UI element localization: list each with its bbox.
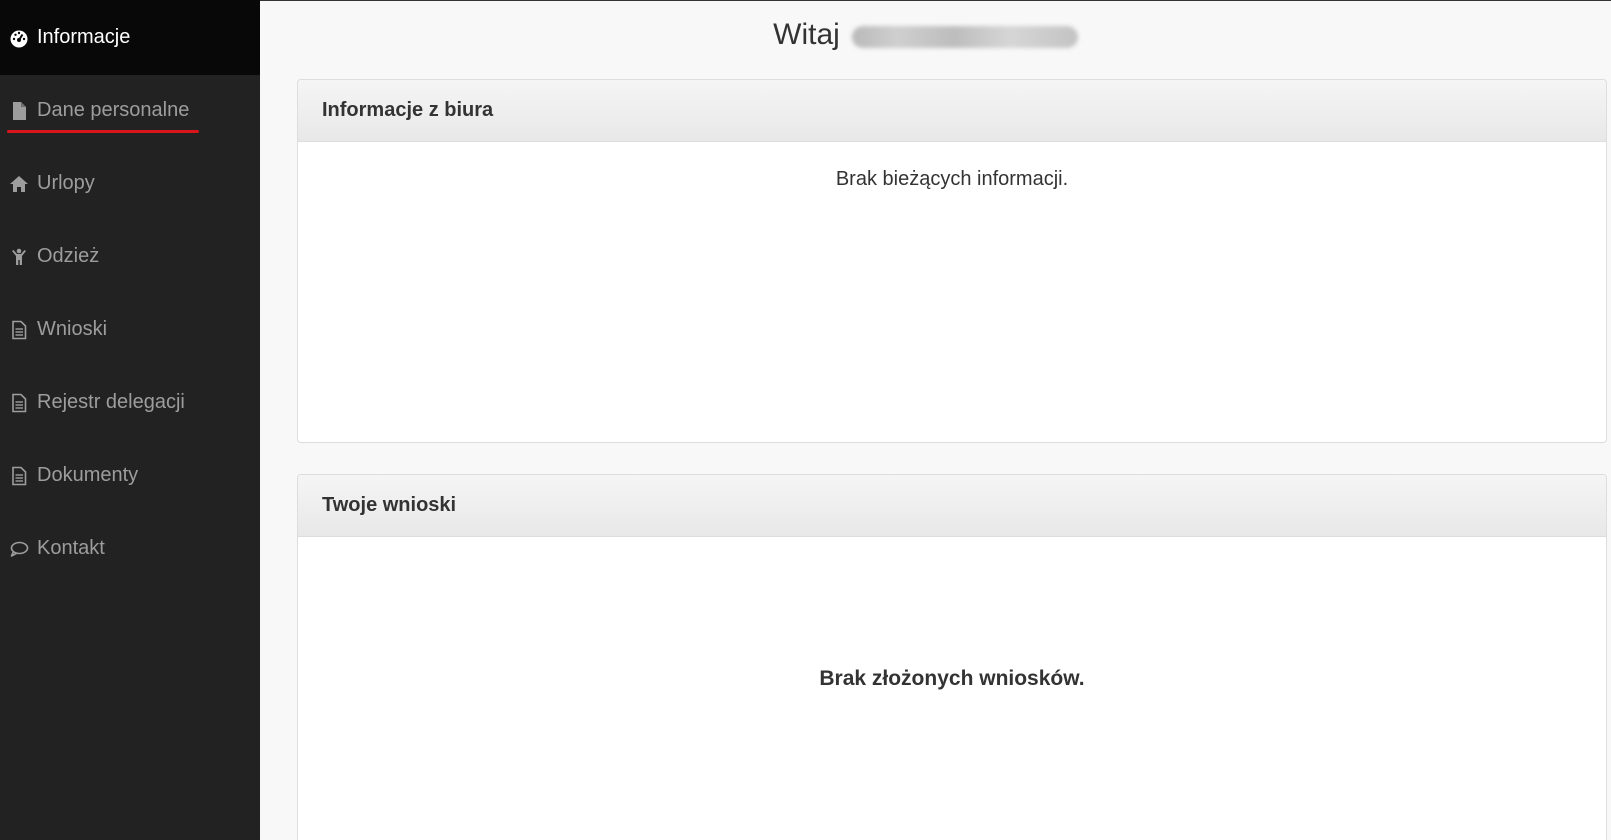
sidebar-item-label: Dane personalne (37, 99, 190, 121)
panel-heading: Twoje wnioski (298, 475, 1606, 537)
sidebar-item-urlopy[interactable]: Urlopy (0, 146, 260, 221)
app-root: Informacje Dane personalne Urlopy Odzież (0, 0, 1611, 840)
requests-panel: Twoje wnioski Brak złożonych wniosków. (297, 474, 1607, 840)
panel-heading: Informacje z biura (298, 80, 1606, 142)
panel-title: Informacje z biura (322, 99, 494, 121)
sidebar-item-label: Wnioski (37, 318, 108, 340)
redacted-username (851, 26, 1078, 48)
comment-icon (8, 538, 30, 560)
sidebar-item-label: Informacje (37, 26, 131, 48)
page-title: Witaj (773, 18, 840, 51)
top-border (260, 0, 1611, 1)
file-text-icon (8, 319, 30, 341)
sidebar-item-odziez[interactable]: Odzież (0, 219, 260, 294)
panel-body: Brak złożonych wniosków. (298, 537, 1606, 840)
sidebar-item-wnioski[interactable]: Wnioski (0, 292, 260, 367)
panel-body: Brak bieżących informacji. (298, 142, 1606, 442)
empty-state-text: Brak bieżących informacji. (835, 168, 1069, 190)
file-text-icon (8, 465, 30, 487)
child-icon (8, 246, 30, 268)
sidebar-item-kontakt[interactable]: Kontakt (0, 511, 260, 586)
sidebar-item-informacje[interactable]: Informacje (0, 0, 260, 75)
page-header: Witaj (260, 12, 1611, 58)
sidebar-item-label: Rejestr delegacji (37, 391, 185, 413)
sidebar-item-label: Dokumenty (37, 464, 139, 486)
sidebar: Informacje Dane personalne Urlopy Odzież (0, 0, 260, 840)
home-icon (8, 173, 30, 195)
sidebar-item-label: Odzież (37, 245, 100, 267)
sidebar-item-dokumenty[interactable]: Dokumenty (0, 438, 260, 513)
file-icon (8, 100, 30, 122)
dashboard-icon (8, 27, 30, 49)
sidebar-item-label: Kontakt (37, 537, 105, 559)
empty-state-text: Brak złożonych wniosków. (819, 667, 1085, 690)
sidebar-item-dane-personalne[interactable]: Dane personalne (0, 73, 260, 148)
sidebar-item-rejestr-delegacji[interactable]: Rejestr delegacji (0, 365, 260, 440)
active-underline (7, 130, 199, 133)
office-info-panel: Informacje z biura Brak bieżących inform… (297, 79, 1607, 443)
panel-title: Twoje wnioski (322, 494, 457, 516)
file-text-icon (8, 392, 30, 414)
sidebar-item-label: Urlopy (37, 172, 95, 194)
